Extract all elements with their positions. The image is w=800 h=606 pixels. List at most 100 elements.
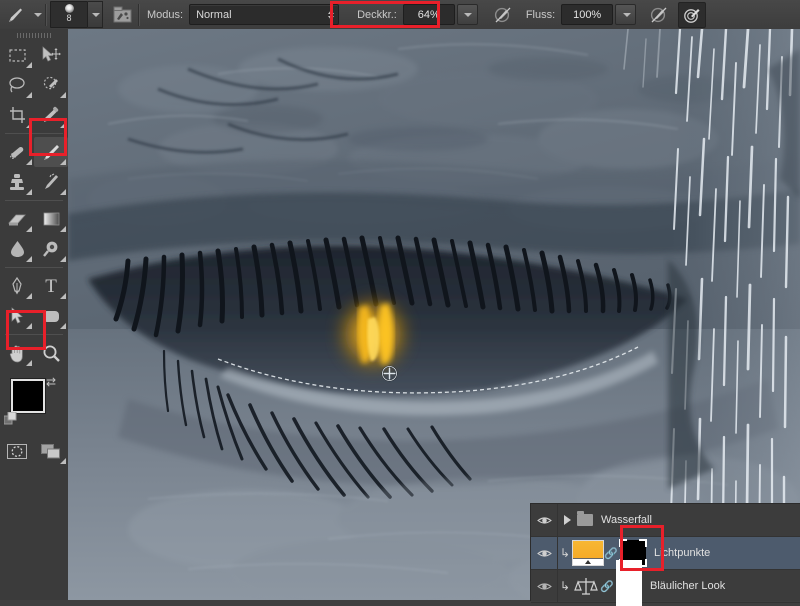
current-tool-icon[interactable] — [0, 1, 32, 28]
flow-label: Fluss: — [525, 8, 556, 21]
link-layers-icon[interactable]: 🔗 — [604, 547, 618, 560]
tool-preset-chevron-down-icon[interactable] — [34, 12, 42, 17]
swap-colors-icon[interactable]: ⇄ — [46, 375, 56, 389]
disclosure-triangle-icon[interactable] — [564, 515, 571, 525]
color-swatch-area: ⇄ — [0, 374, 68, 430]
tool-type[interactable]: T — [34, 271, 68, 301]
screen-mode-button[interactable] — [34, 436, 68, 466]
screen-mode-icon — [41, 443, 60, 458]
tool-grid: T — [0, 40, 68, 368]
brush-tip-preview-icon — [64, 4, 74, 13]
tool-brush[interactable] — [34, 137, 68, 167]
flow-input[interactable]: 100% — [561, 4, 614, 25]
hand-icon — [9, 345, 23, 362]
layer-visibility-toggle[interactable] — [531, 570, 558, 602]
chevron-down-icon — [464, 12, 473, 17]
blend-mode-select[interactable]: Normal — [189, 4, 340, 25]
toolbar-grip-handle[interactable] — [17, 33, 51, 38]
eye-icon — [536, 582, 552, 590]
tool-eyedropper[interactable] — [34, 100, 68, 130]
layer-name: Bläulicher Look — [650, 580, 726, 592]
layer-mask-thumbnail[interactable] — [616, 560, 642, 606]
opacity-input[interactable]: 64% — [402, 4, 455, 25]
tool-dodge[interactable] — [34, 234, 68, 264]
divider — [45, 3, 47, 26]
pressure-flow-icon — [651, 7, 667, 22]
toggle-brush-panel-button[interactable] — [109, 3, 135, 27]
opacity-value: 64% — [417, 8, 440, 21]
tool-history-brush[interactable] — [34, 167, 68, 197]
layer-thumbnail[interactable] — [572, 575, 600, 597]
flow-dropdown-button[interactable] — [615, 4, 637, 25]
airbrush-toggle-button[interactable] — [678, 1, 707, 28]
layer-row[interactable]: Wasserfall — [531, 504, 800, 537]
group-thumb-cell — [558, 511, 593, 526]
color-balance-icon — [574, 578, 598, 595]
clipping-mask-arrow-icon: ↳ — [559, 546, 571, 560]
gradient-icon — [43, 212, 59, 226]
tool-clone-stamp[interactable] — [0, 167, 34, 197]
pathselect-icon — [11, 307, 23, 324]
toolbar-divider — [5, 334, 63, 335]
layer-thumbnail[interactable] — [572, 540, 604, 566]
brush-preset-picker[interactable]: 8 — [50, 1, 88, 28]
tool-hand[interactable] — [0, 338, 34, 368]
tool-lasso[interactable] — [0, 70, 34, 100]
stamp-icon — [10, 174, 24, 190]
tool-rounded-rectangle[interactable] — [34, 301, 68, 331]
default-colors-glyph — [3, 411, 17, 425]
chevron-down-icon — [622, 12, 631, 17]
chevron-down-icon — [92, 12, 100, 17]
opacity-pressure-toggle[interactable] — [490, 3, 516, 27]
brush-panel-icon — [113, 6, 131, 23]
tools-toolbar: T ⇄ — [0, 29, 69, 600]
tool-rectangular-marquee[interactable] — [0, 40, 34, 70]
flow-pressure-toggle[interactable] — [646, 3, 672, 27]
layer-name: Lichtpunkte — [654, 547, 711, 559]
tool-zoom[interactable] — [34, 338, 68, 368]
layer-row[interactable]: ↳ 🔗 Lichtpunkte — [531, 537, 800, 570]
default-colors-icon[interactable] — [3, 411, 18, 429]
brush-icon — [43, 144, 59, 160]
tool-blur[interactable] — [0, 234, 34, 264]
quick-mask-button[interactable] — [0, 436, 34, 466]
tool-spot-healing-brush[interactable] — [0, 137, 34, 167]
zoom-icon — [43, 345, 60, 362]
eyedropper-icon — [44, 106, 59, 122]
opacity-dropdown-button[interactable] — [456, 4, 478, 25]
toolbar-divider — [5, 133, 63, 134]
brush-size-label: 8 — [66, 13, 72, 23]
healing-icon — [10, 146, 24, 159]
tool-eraser[interactable] — [0, 204, 34, 234]
tool-crop[interactable] — [0, 100, 34, 130]
layer-visibility-toggle[interactable] — [531, 504, 558, 536]
historybrush-icon — [45, 173, 58, 189]
layers-panel: Wasserfall ↳ 🔗 Lichtpunkte ↳ 🔗 Bläuliche… — [530, 503, 800, 606]
brush-icon — [9, 8, 22, 22]
quick-mask-icon — [7, 443, 27, 459]
layer-row[interactable]: ↳ 🔗 Bläulicher Look — [531, 560, 800, 606]
eye-icon — [536, 516, 552, 524]
tool-quick-selection[interactable] — [34, 70, 68, 100]
flow-value: 100% — [573, 8, 602, 21]
divider — [138, 3, 140, 26]
quickselect-icon — [43, 76, 58, 90]
brush-preset-chevron-down-icon[interactable] — [88, 1, 103, 28]
tool-pen[interactable] — [0, 271, 34, 301]
folder-icon — [577, 511, 593, 526]
eye-icon — [536, 549, 552, 557]
marquee-icon — [8, 48, 26, 62]
move-icon — [42, 46, 61, 62]
type-icon: T — [45, 275, 57, 297]
link-layers-icon[interactable]: 🔗 — [600, 580, 614, 593]
crosshair-brush-cursor — [381, 365, 398, 382]
airbrush-icon — [684, 8, 700, 23]
pen-icon — [12, 277, 22, 295]
toolbar-divider — [5, 267, 63, 268]
tool-move[interactable] — [34, 40, 68, 70]
tool-gradient[interactable] — [34, 204, 68, 234]
tool-path-selection[interactable] — [0, 301, 34, 331]
layer-name: Wasserfall — [601, 514, 652, 526]
layer-visibility-toggle[interactable] — [531, 537, 558, 569]
foreground-color-swatch[interactable] — [11, 379, 45, 413]
